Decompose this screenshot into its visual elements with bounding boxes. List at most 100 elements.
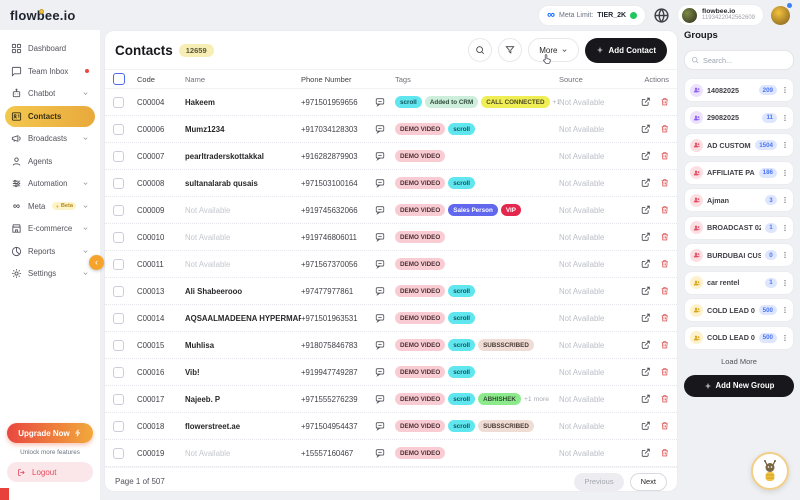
table-row[interactable]: C00010 Not Available +919746806011 DEMO …: [105, 224, 677, 251]
search-button[interactable]: [468, 38, 492, 62]
row-checkbox[interactable]: [113, 151, 124, 162]
kebab-menu-icon[interactable]: [781, 251, 789, 259]
add-contact-button[interactable]: Add Contact: [585, 38, 667, 63]
chat-bubble-icon[interactable]: [375, 151, 395, 161]
open-contact-icon[interactable]: [641, 97, 651, 107]
table-row[interactable]: C00015 Muhlisa +918075846783 DEMO VIDEO …: [105, 332, 677, 359]
sidebar-item-reports[interactable]: Reports: [5, 241, 95, 262]
group-item[interactable]: Ajman 3: [684, 188, 794, 212]
delete-icon[interactable]: [660, 259, 670, 269]
open-contact-icon[interactable]: [641, 313, 651, 323]
row-checkbox[interactable]: [113, 340, 124, 351]
open-contact-icon[interactable]: [641, 367, 651, 377]
group-item[interactable]: COLD LEAD 091... 500: [684, 326, 794, 350]
delete-icon[interactable]: [660, 151, 670, 161]
chat-bubble-icon[interactable]: [375, 367, 395, 377]
sidebar-item-team-inbox[interactable]: Team Inbox: [5, 61, 95, 82]
row-checkbox[interactable]: [113, 286, 124, 297]
row-checkbox[interactable]: [113, 232, 124, 243]
kebab-menu-icon[interactable]: [781, 334, 789, 342]
upgrade-now-button[interactable]: Upgrade Now: [7, 423, 93, 443]
groups-search[interactable]: [684, 50, 794, 70]
open-contact-icon[interactable]: [641, 286, 651, 296]
delete-icon[interactable]: [660, 124, 670, 134]
chat-bubble-icon[interactable]: [375, 286, 395, 296]
chat-bubble-icon[interactable]: [375, 259, 395, 269]
table-row[interactable]: C00011 Not Available +971567370056 DEMO …: [105, 251, 677, 278]
open-contact-icon[interactable]: [641, 124, 651, 134]
open-contact-icon[interactable]: [641, 205, 651, 215]
kebab-menu-icon[interactable]: [781, 224, 789, 232]
delete-icon[interactable]: [660, 97, 670, 107]
chat-bubble-icon[interactable]: [375, 421, 395, 431]
kebab-menu-icon[interactable]: [781, 86, 789, 94]
open-contact-icon[interactable]: [641, 421, 651, 431]
row-checkbox[interactable]: [113, 313, 124, 324]
kebab-menu-icon[interactable]: [781, 114, 789, 122]
group-item[interactable]: car rentel 1: [684, 271, 794, 295]
sidebar-item-dashboard[interactable]: Dashboard: [5, 38, 95, 59]
open-contact-icon[interactable]: [641, 151, 651, 161]
table-row[interactable]: C00014 AQSAALMADEENA HYPERMARKET +971501…: [105, 305, 677, 332]
chat-bubble-icon[interactable]: [375, 394, 395, 404]
table-row[interactable]: C00004 Hakeem +971501959656 scroll Added…: [105, 89, 677, 116]
kebab-menu-icon[interactable]: [781, 169, 789, 177]
delete-icon[interactable]: [660, 313, 670, 323]
row-checkbox[interactable]: [113, 97, 124, 108]
table-row[interactable]: C00013 Ali Shabeerooo +97477977861 DEMO …: [105, 278, 677, 305]
delete-icon[interactable]: [660, 178, 670, 188]
more-button[interactable]: More: [528, 38, 579, 62]
kebab-menu-icon[interactable]: [781, 196, 789, 204]
group-item[interactable]: 14082025 209: [684, 78, 794, 102]
chat-bubble-icon[interactable]: [375, 124, 395, 134]
profile-chip[interactable]: flowbee.io 1193422042562609: [677, 4, 764, 26]
select-all-checkbox[interactable]: [113, 73, 125, 85]
open-contact-icon[interactable]: [641, 394, 651, 404]
account-avatar[interactable]: [771, 6, 790, 25]
table-row[interactable]: C00018 flowerstreet.ae +971504954437 DEM…: [105, 413, 677, 440]
group-item[interactable]: COLD LEAD 091... 500: [684, 298, 794, 322]
open-contact-icon[interactable]: [641, 340, 651, 350]
sidebar-item-ecommerce[interactable]: E-commerce: [5, 218, 95, 239]
kebab-menu-icon[interactable]: [781, 306, 789, 314]
chat-bubble-icon[interactable]: [375, 178, 395, 188]
row-checkbox[interactable]: [113, 367, 124, 378]
chat-bubble-icon[interactable]: [375, 448, 395, 458]
row-checkbox[interactable]: [113, 178, 124, 189]
groups-search-input[interactable]: [703, 56, 787, 65]
chat-bubble-icon[interactable]: [375, 232, 395, 242]
open-contact-icon[interactable]: [641, 232, 651, 242]
delete-icon[interactable]: [660, 421, 670, 431]
delete-icon[interactable]: [660, 394, 670, 404]
delete-icon[interactable]: [660, 340, 670, 350]
row-checkbox[interactable]: [113, 124, 124, 135]
bee-chat-widget[interactable]: [751, 452, 789, 490]
sidebar-item-chatbot[interactable]: Chatbot: [5, 83, 95, 104]
sidebar-item-automation[interactable]: Automation: [5, 173, 95, 194]
chat-bubble-icon[interactable]: [375, 340, 395, 350]
logout-button[interactable]: Logout: [7, 462, 93, 482]
globe-icon[interactable]: [653, 7, 670, 24]
row-checkbox[interactable]: [113, 259, 124, 270]
group-item[interactable]: AD CUSTOME... 1504: [684, 133, 794, 157]
group-item[interactable]: BURDUBAI CUST... 0: [684, 243, 794, 267]
delete-icon[interactable]: [660, 232, 670, 242]
table-row[interactable]: C00007 pearltraderskottakkal +9162828799…: [105, 143, 677, 170]
sidebar-item-contacts[interactable]: Contacts: [5, 106, 95, 127]
row-checkbox[interactable]: [113, 394, 124, 405]
kebab-menu-icon[interactable]: [781, 141, 789, 149]
sidebar-item-agents[interactable]: Agents: [5, 151, 95, 172]
table-row[interactable]: C00008 sultanalarab qusais +971503100164…: [105, 170, 677, 197]
open-contact-icon[interactable]: [641, 259, 651, 269]
group-item[interactable]: 29082025 11: [684, 106, 794, 130]
row-checkbox[interactable]: [113, 448, 124, 459]
delete-icon[interactable]: [660, 367, 670, 377]
kebab-menu-icon[interactable]: [781, 279, 789, 287]
table-row[interactable]: C00019 Not Available +15557160467 DEMO V…: [105, 440, 677, 467]
delete-icon[interactable]: [660, 448, 670, 458]
load-more-link[interactable]: Load More: [684, 357, 794, 366]
previous-button[interactable]: Previous: [574, 473, 623, 491]
add-new-group-button[interactable]: Add New Group: [684, 375, 794, 397]
chat-bubble-icon[interactable]: [375, 205, 395, 215]
table-row[interactable]: C00006 Mumz1234 +917034128303 DEMO VIDEO…: [105, 116, 677, 143]
